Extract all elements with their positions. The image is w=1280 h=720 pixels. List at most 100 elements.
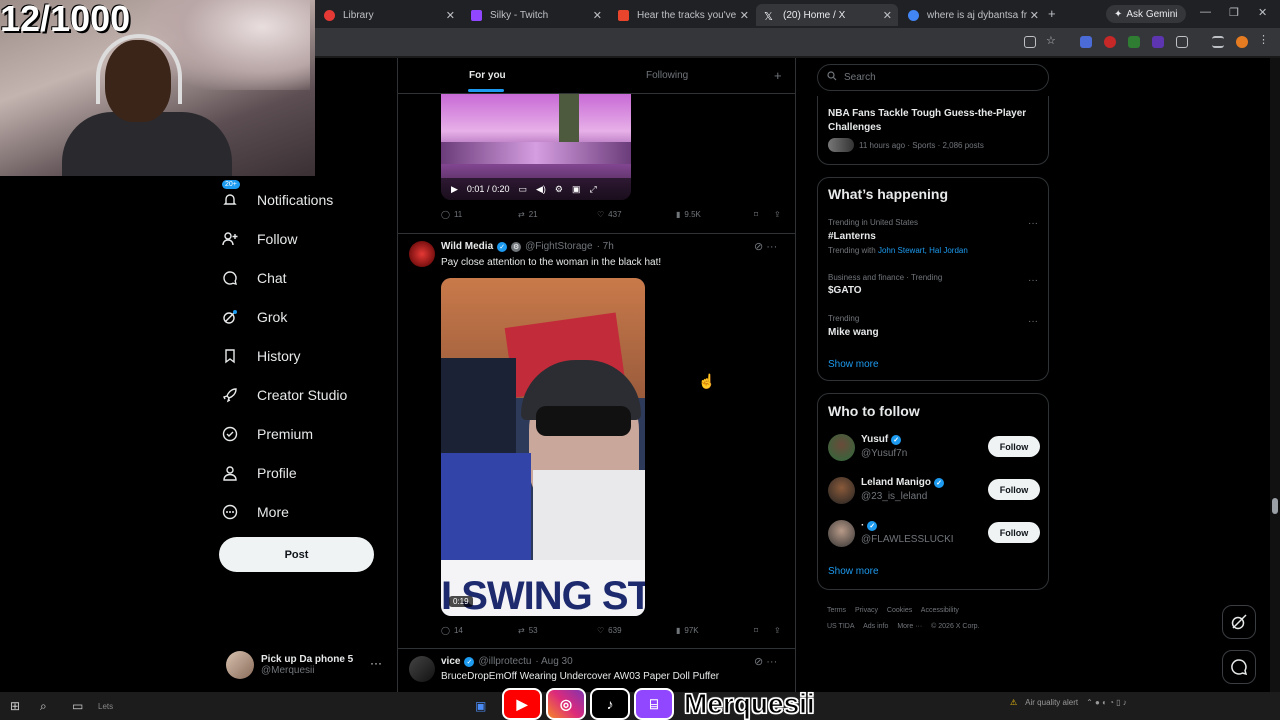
settings-gear-icon[interactable]: ⚙: [555, 184, 563, 195]
volume-icon[interactable]: ◀): [536, 184, 546, 195]
taskbar-search-icon[interactable]: ⌕: [40, 699, 47, 714]
maximize-icon[interactable]: ❐: [1229, 6, 1239, 19]
browser-tab-soundcloud[interactable]: Hear the tracks you've liked ✕: [610, 4, 755, 26]
follow-button[interactable]: Follow: [988, 436, 1040, 457]
more-dots-icon[interactable]: ···: [370, 656, 382, 670]
like-button[interactable]: ♡ 639: [597, 626, 622, 635]
share-button[interactable]: ⇪: [774, 210, 781, 219]
tray-icons[interactable]: ⌃ ● ◐ ◔ ▯ ♪: [1086, 698, 1127, 707]
tab-following[interactable]: Following: [646, 70, 688, 81]
post-more-icon[interactable]: ⊘ ···: [754, 240, 777, 253]
pip-icon[interactable]: ▣: [572, 184, 581, 195]
repost-button[interactable]: ⇄ 21: [518, 210, 538, 219]
post-video[interactable]: I SWING ST 0:19: [441, 278, 645, 616]
profile-avatar-icon[interactable]: [1236, 36, 1248, 48]
bookmark-button[interactable]: ⌑: [754, 210, 758, 219]
nav-more[interactable]: More: [222, 492, 392, 531]
news-card[interactable]: NBA Fans Tackle Tough Guess-the-Player C…: [817, 96, 1049, 165]
close-tab-icon[interactable]: ✕: [593, 9, 602, 22]
footer-link-privacy[interactable]: Privacy: [855, 607, 878, 614]
bookmark-star-icon[interactable]: ☆: [1046, 34, 1058, 47]
close-tab-icon[interactable]: ✕: [740, 9, 749, 22]
minimize-icon[interactable]: —: [1200, 6, 1211, 18]
author-name[interactable]: vice: [441, 656, 460, 667]
messages-fab-button[interactable]: [1222, 650, 1256, 684]
footer-link-more[interactable]: More ···: [897, 623, 922, 630]
cast-icon[interactable]: [1024, 36, 1036, 48]
nav-grok[interactable]: Grok: [222, 297, 392, 336]
trend-more-icon[interactable]: ···: [1028, 218, 1038, 229]
author-handle[interactable]: @FightStorage: [525, 241, 592, 252]
views-button[interactable]: ▮ 9.5K: [676, 210, 701, 219]
fullscreen-icon[interactable]: ⤢: [590, 184, 597, 195]
extension-icon[interactable]: [1152, 36, 1164, 48]
author-handle[interactable]: @illprotectu: [478, 656, 531, 667]
trend-name[interactable]: $GATO: [828, 285, 862, 296]
avatar[interactable]: [409, 241, 435, 267]
add-feed-icon[interactable]: +: [774, 68, 782, 83]
bookmark-button[interactable]: ⌑: [754, 626, 758, 635]
avatar[interactable]: [409, 656, 435, 682]
new-tab-button[interactable]: +: [1048, 6, 1056, 21]
post-video[interactable]: ▶ 0:01 / 0:20 ▭ ◀) ⚙ ▣ ⤢: [441, 94, 631, 200]
nav-creator-studio[interactable]: Creator Studio: [222, 375, 392, 414]
extension-icon[interactable]: [1104, 36, 1116, 48]
share-button[interactable]: ⇪: [774, 626, 781, 635]
browser-menu-icon[interactable]: ⋮: [1258, 33, 1270, 46]
browser-tab-google[interactable]: where is aj dybantsa from ✕: [900, 4, 1045, 26]
nav-history[interactable]: History: [222, 336, 392, 375]
scrollbar-thumb[interactable]: [1272, 498, 1278, 514]
close-tab-icon[interactable]: ✕: [446, 9, 455, 22]
nav-notifications[interactable]: 20+ Notifications: [222, 180, 392, 219]
grok-fab-button[interactable]: [1222, 605, 1256, 639]
reply-button[interactable]: ◯ 14: [441, 626, 463, 635]
post-more-icon[interactable]: ⊘ ···: [754, 655, 777, 668]
follow-button[interactable]: Follow: [988, 479, 1040, 500]
air-quality-alert[interactable]: Air quality alert: [1025, 698, 1078, 707]
footer-link-terms[interactable]: Terms: [827, 607, 846, 614]
footer-link-cookies[interactable]: Cookies: [887, 607, 912, 614]
account-switcher[interactable]: Pick up Da phone 5 @Merquesii ···: [226, 648, 386, 682]
show-more-link[interactable]: Show more: [828, 359, 879, 370]
post-button[interactable]: Post: [219, 537, 374, 572]
ask-gemini-button[interactable]: ✦ Ask Gemini: [1106, 5, 1186, 23]
close-tab-icon[interactable]: ✕: [1030, 9, 1039, 22]
play-icon[interactable]: ▶: [451, 184, 458, 195]
trend-more-icon[interactable]: ···: [1028, 275, 1038, 286]
reply-button[interactable]: ◯ 11: [441, 210, 462, 219]
nav-chat[interactable]: Chat: [222, 258, 392, 297]
tab-for-you[interactable]: For you: [469, 70, 506, 81]
extension-icon[interactable]: [1080, 36, 1092, 48]
author-name[interactable]: Wild Media: [441, 241, 493, 252]
search-bar[interactable]: [817, 64, 1049, 91]
footer-link-accessibility[interactable]: Accessibility: [921, 607, 959, 614]
browser-tab-twitch[interactable]: Silky - Twitch ✕: [463, 4, 608, 26]
follow-button[interactable]: Follow: [988, 522, 1040, 543]
trend-name[interactable]: Mike wang: [828, 327, 879, 338]
windows-start-icon[interactable]: ⊞: [10, 699, 20, 713]
nav-profile[interactable]: Profile: [222, 453, 392, 492]
captions-icon[interactable]: ▭: [518, 184, 527, 195]
page-scrollbar[interactable]: [1270, 58, 1280, 692]
extensions-puzzle-icon[interactable]: [1176, 36, 1188, 48]
nav-premium[interactable]: Premium: [222, 414, 392, 453]
task-view-icon[interactable]: ▭: [72, 699, 83, 713]
browser-tab-x-home[interactable]: 𝕏 (20) Home / X ✕: [756, 4, 898, 26]
like-button[interactable]: ♡ 437: [597, 210, 622, 219]
window-close-icon[interactable]: ✕: [1258, 6, 1267, 19]
repost-button[interactable]: ⇄ 53: [518, 626, 538, 635]
follow-suggestion[interactable]: Leland Manigo ✓ @23_is_leland Follow: [828, 477, 1040, 507]
taskbar-app-icon[interactable]: ▣: [475, 699, 486, 713]
nav-follow[interactable]: Follow: [222, 219, 392, 258]
show-more-link[interactable]: Show more: [828, 566, 879, 577]
follow-suggestion[interactable]: · ✓ @FLAWLESSLUCKI Follow: [828, 520, 1040, 550]
close-tab-icon[interactable]: ✕: [883, 9, 892, 22]
extension-icon[interactable]: [1128, 36, 1140, 48]
footer-link-ads-info[interactable]: Ads info: [863, 623, 888, 630]
views-button[interactable]: ▮ 97K: [676, 626, 699, 635]
trend-name[interactable]: #Lanterns: [828, 231, 876, 242]
taskbar-search-text[interactable]: Lets: [98, 702, 113, 711]
follow-suggestion[interactable]: Yusuf ✓ @Yusuf7n Follow: [828, 434, 1040, 464]
trend-more-icon[interactable]: ···: [1028, 316, 1038, 327]
search-input[interactable]: [844, 72, 1024, 83]
